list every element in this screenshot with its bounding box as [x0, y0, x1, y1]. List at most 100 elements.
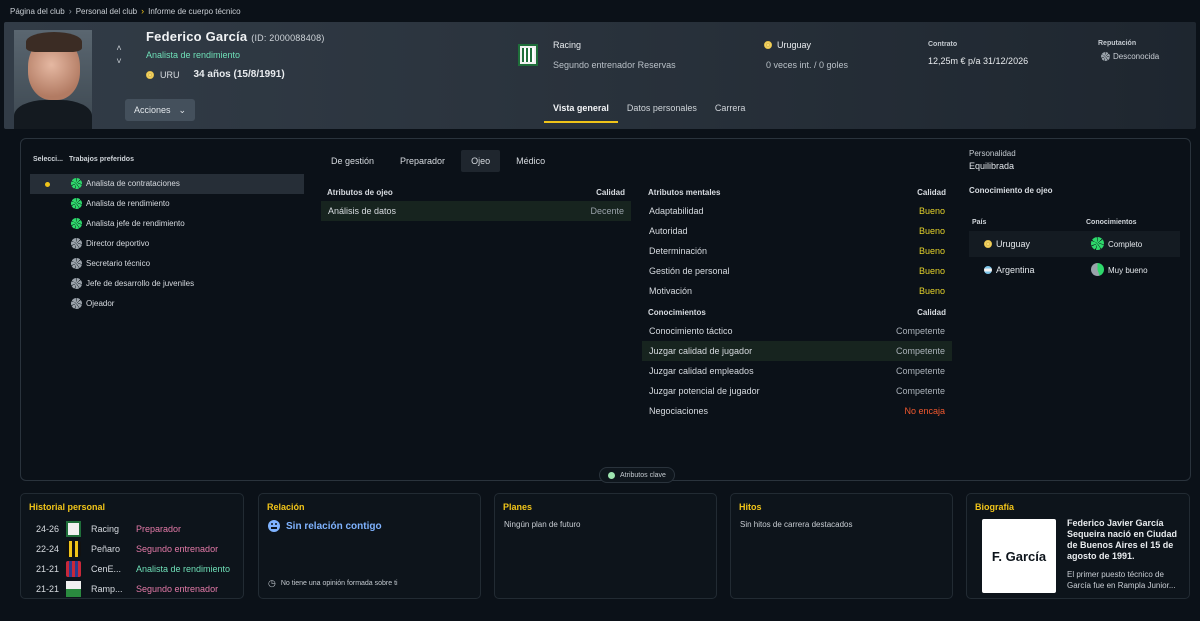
key-attributes-legend[interactable]: Atributos clave — [599, 467, 675, 483]
tab-coach[interactable]: Preparador — [390, 150, 455, 172]
nationality-code: URU — [160, 69, 180, 80]
jobs-col-preferred[interactable]: Trabajos preferidos — [69, 156, 134, 163]
staff-id: (ID: 2000088408) — [251, 33, 325, 43]
history-role: Analista de rendimiento — [136, 564, 231, 574]
tab-career[interactable]: Carrera — [706, 97, 755, 123]
attributes-panel: Selecci... Trabajos preferidos Analista … — [20, 138, 1191, 483]
chevron-down-icon: ⌄ — [178, 104, 187, 115]
milestones-text: Sin hitos de carrera destacados — [740, 520, 853, 529]
attribute-quality: Bueno — [918, 246, 945, 256]
uruguay-flag-icon — [984, 240, 992, 248]
biography-headline: Federico Javier García Sequeira nació en… — [1067, 518, 1178, 561]
tab-medical[interactable]: Médico — [506, 150, 555, 172]
job-label: Secretario técnico — [86, 259, 151, 268]
tab-personal-data[interactable]: Datos personales — [618, 97, 706, 123]
job-item[interactable]: Analista jefe de rendimiento — [30, 214, 304, 234]
personal-history-card: Historial personal 24-26 Racing Preparad… — [20, 493, 244, 599]
attribute-row[interactable]: Juzgar calidad de jugador Competente — [642, 341, 952, 361]
job-item[interactable]: Analista de rendimiento — [30, 194, 304, 214]
job-item[interactable]: Analista de contrataciones — [30, 174, 304, 194]
job-item[interactable]: Ojeador — [30, 294, 304, 314]
attribute-row[interactable]: Juzgar potencial de jugador Competente — [642, 381, 952, 401]
attribute-row[interactable]: Negociaciones No encaja — [642, 401, 952, 421]
attribute-row[interactable]: Juzgar calidad empleados Competente — [642, 361, 952, 381]
breadcrumb: Página del club › Personal del club › In… — [10, 6, 241, 16]
breadcrumb-club-page[interactable]: Página del club — [10, 7, 65, 16]
attribute-name: Juzgar calidad de jugador — [649, 346, 753, 356]
scouting-attr-header: Atributos de ojeo — [327, 187, 393, 197]
attribute-row[interactable]: Motivación Bueno — [642, 281, 952, 301]
card-title[interactable]: Relación — [267, 502, 305, 512]
staff-role[interactable]: Analista de rendimiento — [146, 50, 240, 60]
card-title[interactable]: Hitos — [739, 502, 762, 512]
history-row[interactable]: 21-21 Ramp... Segundo entrenador — [21, 580, 241, 598]
attribute-row[interactable]: Autoridad Bueno — [642, 221, 952, 241]
mental-attr-header: Atributos mentales — [648, 187, 721, 197]
biography-logo: F. García — [982, 519, 1056, 593]
attribute-quality: Decente — [590, 206, 624, 216]
club-name[interactable]: Racing — [553, 40, 581, 50]
attribute-name: Juzgar potencial de jugador — [649, 386, 760, 396]
attribute-row[interactable]: Conocimiento táctico Competente — [642, 321, 952, 341]
card-title[interactable]: Historial personal — [29, 502, 105, 512]
knowledge-level: Completo — [1108, 240, 1143, 249]
job-item[interactable]: Secretario técnico — [30, 254, 304, 274]
staff-name-text: Federico García — [146, 29, 248, 44]
grey-star-icon — [71, 258, 82, 269]
actions-label: Acciones — [133, 105, 171, 115]
quality-header: Calidad — [596, 187, 625, 197]
job-item[interactable]: Jefe de desarrollo de juveniles — [30, 274, 304, 294]
history-row[interactable]: 24-26 Racing Preparador — [21, 520, 241, 540]
green-star-icon — [71, 218, 82, 229]
country-col-header[interactable]: País — [972, 219, 1086, 226]
jobs-col-selected[interactable]: Selecci... — [33, 156, 63, 163]
card-title[interactable]: Planes — [503, 502, 532, 512]
biography-body: El primer puesto técnico de García fue e… — [1067, 570, 1176, 590]
table-row[interactable]: Argentina Muy bueno — [969, 257, 1180, 283]
reputation-label: Reputación — [1098, 40, 1137, 47]
biography-card: Biografía F. García Federico Javier Garc… — [966, 493, 1190, 599]
neutral-face-icon — [268, 520, 280, 532]
green-star-icon — [71, 178, 82, 189]
history-row[interactable]: 21-21 CenE... Analista de rendimiento — [21, 560, 241, 580]
breadcrumb-club-staff[interactable]: Personal del club — [76, 7, 137, 16]
history-years: 22-24 — [36, 544, 60, 554]
rampla-badge-icon — [66, 581, 81, 597]
scout-knowledge-title: Conocimiento de ojeo — [969, 186, 1053, 195]
table-row[interactable]: Uruguay Completo — [969, 231, 1180, 257]
job-label: Analista de contrataciones — [86, 179, 180, 188]
card-title[interactable]: Biografía — [975, 502, 1014, 512]
attribute-name: Motivación — [649, 286, 693, 296]
history-years: 21-21 — [36, 564, 60, 574]
knowledge-col-header[interactable]: Conocimientos — [1086, 219, 1137, 226]
history-row[interactable]: 22-24 Peñaro Segundo entrenador — [21, 540, 241, 560]
club-role: Segundo entrenador Reservas — [553, 60, 676, 70]
key-attribute-dot-icon — [608, 471, 615, 479]
quality-header: Calidad — [917, 307, 946, 317]
chevron-up-icon[interactable]: ˄ — [114, 42, 124, 55]
contract-value: 12,25m € p/a 31/12/2026 — [928, 56, 1029, 66]
job-label: Ojeador — [86, 299, 115, 308]
international-country-name[interactable]: Uruguay — [777, 40, 811, 50]
actions-button[interactable]: Acciones ⌄ — [125, 99, 195, 121]
prev-next-control: ˄ ˅ — [114, 42, 124, 68]
tab-overview[interactable]: Vista general — [544, 97, 618, 123]
knowledge-attr-header: Conocimientos — [648, 307, 706, 317]
attribute-row[interactable]: Análisis de datos Decente — [321, 201, 631, 221]
staff-profile-screen: Página del club › Personal del club › In… — [0, 0, 1200, 621]
tab-scouting[interactable]: Ojeo — [461, 150, 501, 172]
green-star-icon — [1091, 237, 1104, 250]
attribute-name: Juzgar calidad empleados — [649, 366, 754, 376]
scouting-attributes-table: Atributos de ojeo Calidad Análisis de da… — [321, 183, 631, 221]
attribute-row[interactable]: Gestión de personal Bueno — [642, 261, 952, 281]
clock-icon: ◷ — [268, 578, 276, 588]
job-item[interactable]: Director deportivo — [30, 234, 304, 254]
tab-management[interactable]: De gestión — [321, 150, 384, 172]
relationship-note: ◷ No tiene una opinión formada sobre ti — [268, 578, 398, 589]
reputation-star-icon — [1101, 52, 1110, 61]
attribute-name: Autoridad — [649, 226, 688, 236]
chevron-down-icon[interactable]: ˅ — [114, 55, 124, 68]
attribute-row[interactable]: Determinación Bueno — [642, 241, 952, 261]
quality-header: Calidad — [917, 187, 946, 197]
attribute-row[interactable]: Adaptabilidad Bueno — [642, 201, 952, 221]
